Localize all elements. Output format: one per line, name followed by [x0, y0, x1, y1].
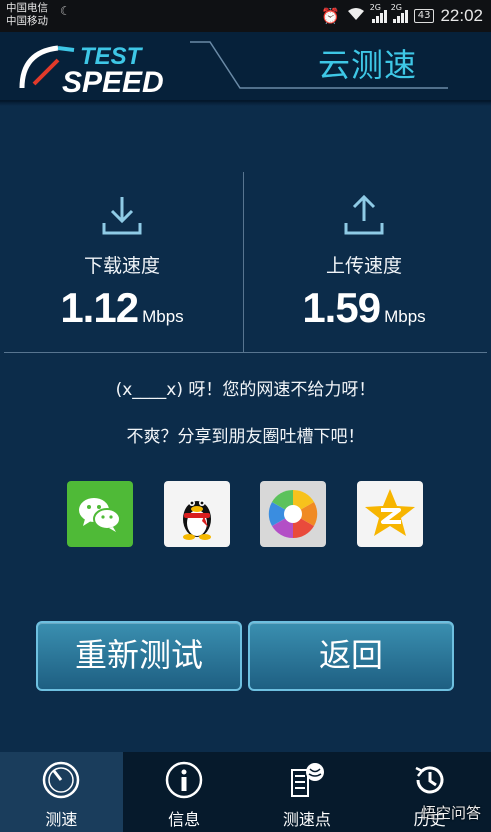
photos-icon[interactable]	[260, 481, 326, 547]
app-header: TEST SPEED 云测速	[0, 32, 491, 102]
net-label-1: 2G	[369, 3, 382, 12]
nav-item-info[interactable]: 信息	[123, 752, 246, 832]
signal-icon-2: 2G	[391, 3, 408, 23]
upload-speed-unit: Mbps	[384, 307, 426, 326]
qq-icon[interactable]	[164, 481, 230, 547]
share-prompt-message: 不爽？分享到朋友圈吐槽下吧！	[126, 427, 365, 447]
nav-label-speedtest: 测速	[45, 810, 78, 829]
carrier-2: 中国移动	[6, 15, 48, 27]
vertical-divider	[243, 172, 244, 352]
download-value: 1.12 Mbps	[22, 284, 222, 332]
watermark: 悟空问答	[420, 804, 481, 822]
clock: 22:02	[440, 6, 483, 25]
wechat-icon[interactable]	[67, 481, 133, 547]
download-panel: 下载速度 1.12 Mbps	[22, 175, 222, 355]
download-speed-number: 1.12	[60, 284, 139, 331]
carrier-info: 中国电信 中国移动	[6, 2, 48, 28]
net-label-2: 2G	[390, 3, 403, 12]
upload-value: 1.59 Mbps	[264, 284, 464, 332]
notification-icon: ☾	[60, 4, 71, 18]
carrier-1: 中国电信	[6, 2, 48, 14]
nav-label-servers: 测速点	[282, 810, 331, 829]
nav-label-info: 信息	[168, 810, 201, 829]
retest-button[interactable]: 重新测试	[36, 621, 242, 691]
upload-label: 上传速度	[325, 255, 402, 277]
status-right: ⏰ 2G 2G 43 22:02	[321, 3, 483, 26]
horizontal-divider	[4, 352, 487, 353]
upload-speed-number: 1.59	[302, 284, 381, 331]
alarm-icon: ⏰	[321, 7, 340, 25]
info-icon	[165, 761, 203, 799]
test-speed-logo: TEST SPEED	[19, 43, 164, 98]
upload-icon	[344, 194, 384, 235]
wifi-icon	[346, 7, 366, 25]
logo-line2: SPEED	[62, 66, 164, 98]
globe-server-icon	[290, 763, 324, 797]
history-icon	[415, 766, 444, 794]
signal-icon-1: 2G	[370, 3, 387, 23]
slow-network-message: (x____x) 呀！您的网速不给力呀！	[115, 380, 376, 400]
upload-panel: 上传速度 1.59 Mbps	[264, 175, 464, 355]
download-icon	[102, 197, 142, 235]
qzone-icon[interactable]	[357, 481, 423, 547]
nav-item-speedtest[interactable]: 测速	[0, 752, 123, 832]
page-title: 云测速	[318, 46, 418, 84]
download-label: 下载速度	[83, 255, 160, 277]
bottom-nav: 测速 信息 测速点 历史	[0, 752, 491, 832]
back-button[interactable]: 返回	[248, 621, 454, 691]
battery-indicator: 43	[413, 9, 435, 23]
download-speed-unit: Mbps	[142, 307, 184, 326]
nav-item-servers[interactable]: 测速点	[246, 752, 369, 832]
header-shadow	[0, 100, 491, 106]
status-bar: 中国电信 中国移动 ☾ ⏰ 2G 2G 43 22:02	[0, 0, 491, 32]
speedometer-icon	[43, 761, 80, 799]
